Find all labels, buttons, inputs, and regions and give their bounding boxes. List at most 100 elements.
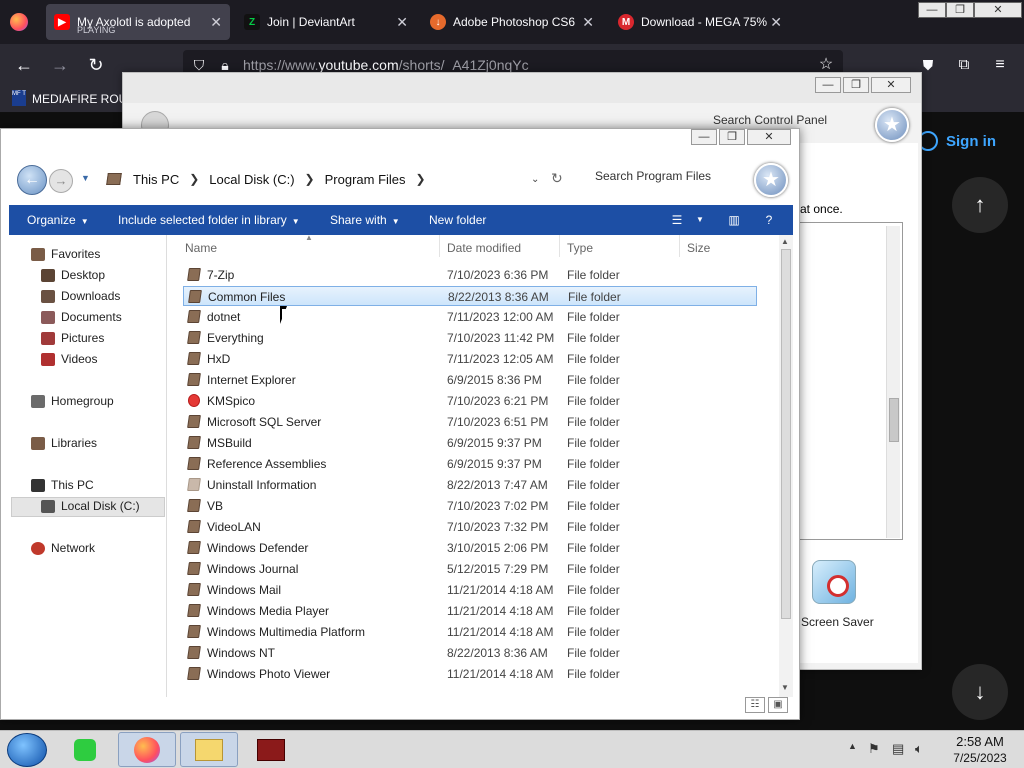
file-row[interactable]: Windows Journal 5/12/2015 7:29 PM File fol… xyxy=(183,559,757,579)
chevron-right-icon[interactable]: ❯ xyxy=(305,172,315,186)
details-view-icon[interactable]: ☷ xyxy=(745,697,765,713)
minimize-button[interactable]: — xyxy=(918,2,946,18)
breadcrumb[interactable]: This PC ❯ Local Disk (C:) ❯ Program File… xyxy=(106,163,547,195)
screen-saver-icon[interactable] xyxy=(812,560,856,604)
volume-icon[interactable]: 🔈︎ xyxy=(915,741,923,757)
sign-in-button[interactable]: Sign in xyxy=(918,128,1018,154)
action-center-flag-icon[interactable]: ⚑ xyxy=(868,741,880,757)
file-row[interactable]: HxD 7/11/2023 12:05 AM File folder xyxy=(183,349,757,369)
address-dropdown-icon[interactable]: ⌄ xyxy=(531,174,539,185)
network-status-icon[interactable]: ▤ xyxy=(892,741,904,757)
preview-pane-icon[interactable]: ▥ xyxy=(725,211,743,229)
file-row[interactable]: KMSpico 7/10/2023 6:21 PM File folder xyxy=(183,391,757,411)
nav-local-disk[interactable]: Local Disk (C:) xyxy=(41,499,140,513)
include-in-library-button[interactable]: Include selected folder in library ▼ xyxy=(118,213,300,227)
scroll-down-icon[interactable]: ▼ xyxy=(781,683,789,692)
tab-close-icon[interactable]: ✕ xyxy=(396,14,408,31)
extensions-icon[interactable]: ⧉ xyxy=(953,54,975,76)
share-with-button[interactable]: Share with ▼ xyxy=(330,213,400,227)
hamburger-menu-icon[interactable]: ≡ xyxy=(989,54,1011,76)
help-icon[interactable]: ? xyxy=(761,211,777,229)
file-row[interactable]: Windows Multimedia Platform 11/21/2014 4:… xyxy=(183,622,757,642)
organize-button[interactable]: Organize ▼ xyxy=(27,213,89,227)
file-row[interactable]: Windows Media Player 11/21/2014 4:18 AM Fi… xyxy=(183,601,757,621)
tab-deviantart[interactable]: Z Join | DeviantArt ✕ xyxy=(236,4,416,40)
file-row[interactable]: dotnet 7/11/2023 12:00 AM File folder xyxy=(183,307,757,327)
scroll-thumb[interactable] xyxy=(781,249,791,619)
search-input[interactable]: Search Program Files xyxy=(591,163,746,189)
file-row[interactable]: Windows Photo Viewer 11/21/2014 4:18 AM Fi… xyxy=(183,664,757,684)
tab-close-icon[interactable]: ✕ xyxy=(210,14,222,31)
cp-scroll-thumb[interactable] xyxy=(889,398,899,442)
file-row[interactable]: Windows Defender 3/10/2015 2:06 PM File fo… xyxy=(183,538,757,558)
show-hidden-icons-icon[interactable]: ▲ xyxy=(848,741,857,751)
scroll-up-icon[interactable]: ▲ xyxy=(781,237,789,246)
taskbar-notes-app[interactable] xyxy=(56,732,114,767)
change-view-icon[interactable]: ☰ xyxy=(669,211,685,229)
bookmark-mediafire[interactable]: MEDIAFIRE ROUL xyxy=(32,92,134,106)
explorer-maximize-button[interactable]: ❐ xyxy=(719,129,745,145)
file-row[interactable]: MSBuild 6/9/2015 9:37 PM File folder xyxy=(183,433,757,453)
file-row[interactable]: Common Files 8/22/2013 8:36 AM File folder xyxy=(183,286,757,306)
file-row[interactable]: Internet Explorer 6/9/2015 8:36 PM File fo… xyxy=(183,370,757,390)
nav-documents[interactable]: Documents xyxy=(41,310,122,324)
file-row[interactable]: Microsoft SQL Server 7/10/2023 6:51 PM Fil… xyxy=(183,412,757,432)
screen-saver-label[interactable]: Screen Saver xyxy=(801,615,874,629)
cp-maximize-button[interactable]: ❐ xyxy=(843,77,869,93)
recent-locations-icon[interactable]: ▼ xyxy=(81,173,90,183)
taskbar-clock[interactable]: 2:58 AM 7/25/2023 xyxy=(940,734,1020,766)
tab-photoshop[interactable]: ↓ Adobe Photoshop CS6 ✕ xyxy=(422,4,602,40)
cp-scrollbar[interactable] xyxy=(886,226,900,538)
cp-search-box[interactable]: Search Control Panel xyxy=(713,113,827,127)
tab-close-icon[interactable]: ✕ xyxy=(582,14,594,31)
taskbar-file-explorer[interactable] xyxy=(180,732,238,767)
cp-help-star-icon[interactable]: ★ xyxy=(875,108,909,142)
nav-network[interactable]: Network xyxy=(31,541,95,555)
forward-button[interactable]: → xyxy=(49,169,73,193)
new-folder-button[interactable]: New folder xyxy=(429,213,486,227)
tab-youtube[interactable]: ▶ My Axolotl is adopted PLAYING ✕ xyxy=(46,4,230,40)
chevron-right-icon[interactable]: ❯ xyxy=(416,172,426,186)
file-row[interactable]: 7-Zip 7/10/2023 6:36 PM File folder xyxy=(183,265,757,285)
tab-mega[interactable]: M Download - MEGA 75% ✕ xyxy=(610,4,790,40)
file-row[interactable]: Windows NT 8/22/2013 8:36 AM File folder xyxy=(183,643,757,663)
nav-favorites[interactable]: Favorites xyxy=(31,247,100,261)
reload-icon[interactable]: ↻ xyxy=(85,54,107,76)
breadcrumb-program-files[interactable]: Program Files xyxy=(325,172,406,187)
breadcrumb-local-disk[interactable]: Local Disk (C:) xyxy=(209,172,294,187)
maximize-button[interactable]: ❐ xyxy=(946,2,974,18)
breadcrumb-this-pc[interactable]: This PC xyxy=(133,172,179,187)
explorer-minimize-button[interactable]: — xyxy=(691,129,717,145)
file-row[interactable]: VB 7/10/2023 7:02 PM File folder xyxy=(183,496,757,516)
start-button[interactable] xyxy=(7,733,47,767)
large-icons-view-icon[interactable]: ▣ xyxy=(768,697,788,713)
column-divider[interactable] xyxy=(679,235,680,257)
firefox-menu-icon[interactable] xyxy=(10,13,28,31)
back-arrow-icon[interactable]: ← xyxy=(13,54,35,76)
nav-this-pc[interactable]: This PC xyxy=(31,478,94,492)
nav-downloads[interactable]: Downloads xyxy=(41,289,120,303)
cp-close-button[interactable]: ✕ xyxy=(871,77,911,93)
nav-pictures[interactable]: Pictures xyxy=(41,331,104,345)
file-list-scrollbar[interactable]: ▲ ▼ xyxy=(779,235,793,697)
taskbar-photoshop-installer[interactable] xyxy=(242,732,300,767)
file-row[interactable]: Reference Assemblies 6/9/2015 9:37 PM File… xyxy=(183,454,757,474)
explorer-help-star-icon[interactable]: ★ xyxy=(754,163,788,197)
nav-libraries[interactable]: Libraries xyxy=(31,436,97,450)
column-header-size[interactable]: Size xyxy=(687,241,710,255)
column-header-name[interactable]: Name xyxy=(185,241,217,255)
taskbar-firefox[interactable] xyxy=(118,732,176,767)
file-row[interactable]: Uninstall Information 8/22/2013 7:47 AM Fi… xyxy=(183,475,757,495)
file-row[interactable]: VideoLAN 7/10/2023 7:32 PM File folder xyxy=(183,517,757,537)
chevron-right-icon[interactable]: ❯ xyxy=(189,172,199,186)
nav-videos[interactable]: Videos xyxy=(41,352,97,366)
tab-close-icon[interactable]: ✕ xyxy=(770,14,782,31)
column-header-type[interactable]: Type xyxy=(567,241,593,255)
explorer-close-button[interactable]: ✕ xyxy=(747,129,791,145)
column-divider[interactable] xyxy=(559,235,560,257)
file-row[interactable]: Everything 7/10/2023 11:42 PM File folder xyxy=(183,328,757,348)
close-button[interactable]: ✕ xyxy=(974,2,1022,18)
nav-homegroup[interactable]: Homegroup xyxy=(31,394,114,408)
file-row[interactable]: Windows Mail 11/21/2014 4:18 AM File folde… xyxy=(183,580,757,600)
column-header-date[interactable]: Date modified xyxy=(447,241,521,255)
